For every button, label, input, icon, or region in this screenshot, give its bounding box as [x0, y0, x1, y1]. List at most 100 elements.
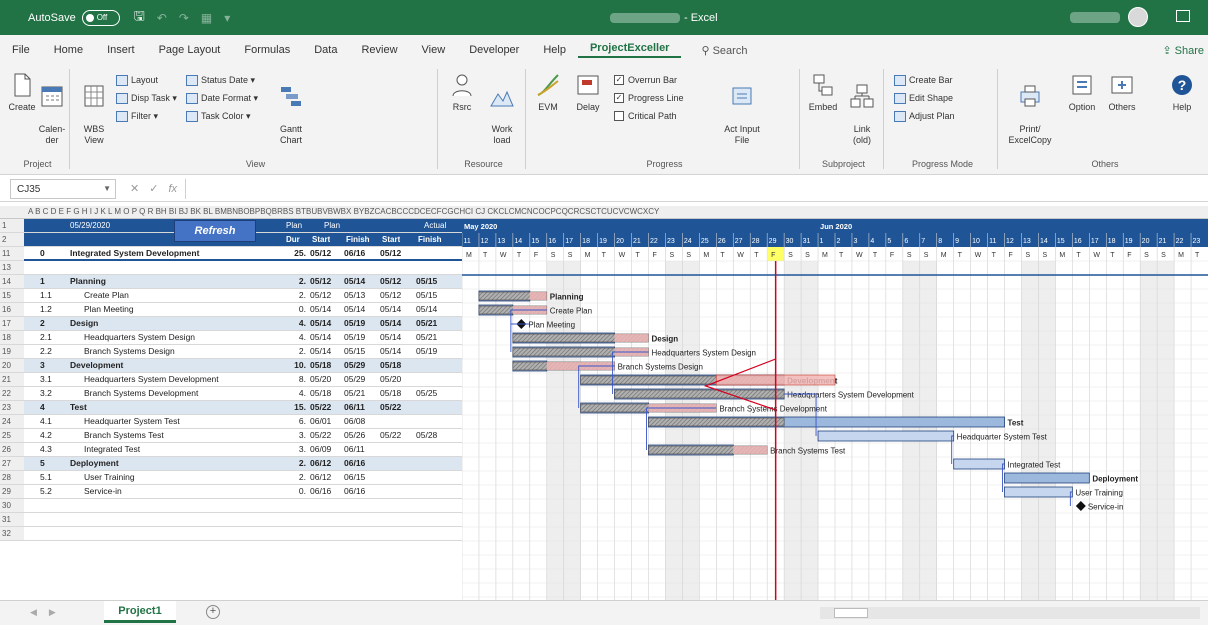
cell-ps[interactable]: 05/14: [310, 331, 344, 344]
cell-af[interactable]: 05/15: [416, 289, 452, 302]
row-number[interactable]: 16: [0, 303, 24, 317]
autosave-toggle[interactable]: Off: [81, 9, 120, 26]
tab-page-layout[interactable]: Page Layout: [147, 44, 233, 56]
cell-wbs[interactable]: 4.2: [40, 429, 68, 442]
cell-as[interactable]: 05/18: [380, 387, 416, 400]
act-input-file-button[interactable]: Act Input File: [718, 71, 766, 146]
redo-icon[interactable]: ↷: [179, 11, 189, 25]
add-sheet-icon[interactable]: +: [206, 605, 220, 619]
cell-ps[interactable]: 05/14: [310, 317, 344, 330]
cell-ps[interactable]: 06/12: [310, 471, 344, 484]
cell-task[interactable]: Plan Meeting: [70, 303, 280, 316]
refresh-button[interactable]: Refresh: [174, 220, 256, 242]
work-load-button[interactable]: Work load: [482, 71, 522, 146]
worksheet[interactable]: A B C D E F G H I J K L M O P Q R BH BI …: [0, 206, 1208, 600]
cell-af[interactable]: 05/19: [416, 345, 452, 358]
cell-ps[interactable]: 05/22: [310, 401, 344, 414]
filter-button[interactable]: Filter ▾: [116, 109, 158, 123]
cell-task[interactable]: Integrated Test: [70, 443, 280, 456]
cell-ps[interactable]: 06/01: [310, 415, 344, 428]
chevron-down-icon[interactable]: ▼: [103, 184, 111, 193]
row-number[interactable]: 20: [0, 359, 24, 373]
edit-shape-button[interactable]: Edit Shape: [894, 91, 953, 105]
cell-ps[interactable]: 06/16: [310, 485, 344, 498]
cell-wbs[interactable]: 0: [40, 247, 68, 260]
cell-wbs[interactable]: 2: [40, 317, 68, 330]
critical-path-checkbox[interactable]: Critical Path: [614, 109, 677, 123]
cell-af[interactable]: 05/21: [416, 331, 452, 344]
row-number[interactable]: 30: [0, 499, 24, 513]
save-icon[interactable]: 🖫: [134, 7, 145, 29]
table-row[interactable]: 3 Development 10. 05/18 05/29 05/18: [24, 359, 462, 373]
table-row[interactable]: [24, 527, 462, 541]
cell-ps[interactable]: 05/22: [310, 429, 344, 442]
insert-function-icon[interactable]: fx: [168, 183, 177, 195]
row-number[interactable]: 31: [0, 513, 24, 527]
create-bar-button[interactable]: Create Bar: [894, 73, 953, 87]
cell-wbs[interactable]: 1: [40, 275, 68, 288]
cell-task[interactable]: Create Plan: [70, 289, 280, 302]
cell-pf[interactable]: 06/16: [344, 485, 380, 498]
cell-pf[interactable]: 05/29: [344, 359, 380, 372]
row-number[interactable]: 18: [0, 331, 24, 345]
cell-af[interactable]: 05/14: [416, 303, 452, 316]
table-row[interactable]: 5.2 Service-in 0. 06/16 06/16: [24, 485, 462, 499]
cell-wbs[interactable]: 3: [40, 359, 68, 372]
row-number[interactable]: 32: [0, 527, 24, 541]
cell-pf[interactable]: 05/14: [344, 275, 380, 288]
tab-view[interactable]: View: [410, 44, 458, 56]
cell-dur[interactable]: 0.: [284, 485, 306, 498]
link-button[interactable]: Link (old): [842, 71, 882, 146]
row-number[interactable]: 13: [0, 261, 24, 275]
layout-button[interactable]: Layout: [116, 73, 158, 87]
cell-pf[interactable]: 05/13: [344, 289, 380, 302]
cell-pf[interactable]: 06/08: [344, 415, 380, 428]
cell-task[interactable]: Headquarters System Design: [70, 331, 280, 344]
cell-pf[interactable]: 06/16: [344, 247, 380, 260]
cell-af[interactable]: 05/28: [416, 429, 452, 442]
table-row[interactable]: 0 Integrated System Development 25. 05/12 06…: [24, 247, 462, 261]
row-number[interactable]: 19: [0, 345, 24, 359]
cell-wbs[interactable]: 4.1: [40, 415, 68, 428]
name-box[interactable]: CJ35 ▼: [10, 178, 116, 199]
table-row[interactable]: 2.1 Headquarters System Design 4. 05/14 05/1…: [24, 331, 462, 345]
cell-ps[interactable]: 05/12: [310, 275, 344, 288]
cell-pf[interactable]: 06/11: [344, 401, 380, 414]
row-number[interactable]: 17: [0, 317, 24, 331]
overrun-bar-checkbox[interactable]: ✓ Overrun Bar: [614, 73, 677, 87]
gantt-chart-button[interactable]: Gantt Chart: [274, 71, 308, 146]
cell-task[interactable]: Development: [70, 359, 280, 372]
cell-wbs[interactable]: 5.2: [40, 485, 68, 498]
cell-wbs[interactable]: 2.1: [40, 331, 68, 344]
tab-formulas[interactable]: Formulas: [232, 44, 302, 56]
cell-pf[interactable]: 05/15: [344, 345, 380, 358]
share-button[interactable]: ⇪ Share: [1162, 44, 1204, 57]
table-row[interactable]: 5 Deployment 2. 06/12 06/16: [24, 457, 462, 471]
row-number[interactable]: 28: [0, 471, 24, 485]
table-row[interactable]: [24, 513, 462, 527]
cell-as[interactable]: 05/22: [380, 429, 416, 442]
cell-dur[interactable]: 4.: [284, 387, 306, 400]
cell-task[interactable]: Headquarters System Development: [70, 373, 280, 386]
cell-wbs[interactable]: 2.2: [40, 345, 68, 358]
cell-pf[interactable]: 05/19: [344, 331, 380, 344]
print-excelcopy-button[interactable]: Print/ ExcelCopy: [1002, 71, 1058, 146]
cell-task[interactable]: Branch Systems Design: [70, 345, 280, 358]
cell-wbs[interactable]: 4.3: [40, 443, 68, 456]
tab-insert[interactable]: Insert: [95, 44, 147, 56]
cell-af[interactable]: 05/25: [416, 387, 452, 400]
cell-dur[interactable]: 15.: [284, 401, 306, 414]
row-number[interactable]: 29: [0, 485, 24, 499]
cell-ps[interactable]: 05/18: [310, 359, 344, 372]
cell-af[interactable]: 05/21: [416, 317, 452, 330]
cell-pf[interactable]: 05/29: [344, 373, 380, 386]
table-row[interactable]: 4.1 Headquarter System Test 6. 06/01 06/08: [24, 415, 462, 429]
table-row[interactable]: 2.2 Branch Systems Design 2. 05/14 05/15 05/1…: [24, 345, 462, 359]
embed-button[interactable]: Embed: [804, 71, 842, 113]
table-row[interactable]: 1.2 Plan Meeting 0. 05/14 05/14 05/14 05/14: [24, 303, 462, 317]
date-format-button[interactable]: Date Format ▾: [186, 91, 258, 105]
quick-access-icon[interactable]: ▦: [201, 11, 212, 25]
cell-dur[interactable]: 8.: [284, 373, 306, 386]
status-date[interactable]: 05/29/2020: [70, 219, 110, 232]
wbs-view-button[interactable]: WBS View: [76, 71, 112, 146]
